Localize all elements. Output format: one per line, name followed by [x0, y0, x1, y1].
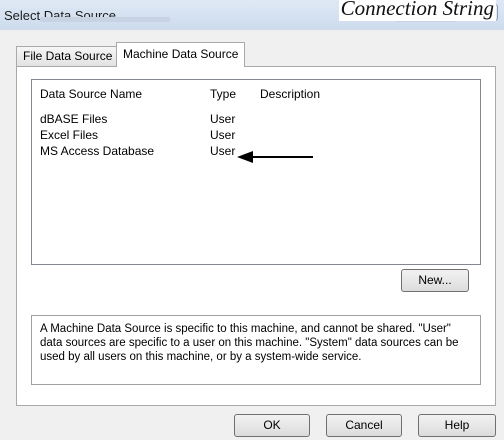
cancel-button[interactable]: Cancel	[326, 414, 402, 437]
list-header: Data Source Name Type Description	[32, 80, 480, 106]
select-data-source-dialog: Select Data Source ✕ Connection String F…	[0, 0, 504, 440]
row-name: Excel Files	[40, 128, 99, 142]
row-name: dBASE Files	[40, 112, 108, 126]
pointer-arrow-icon	[237, 151, 313, 163]
list-row[interactable]: Excel Files User	[32, 128, 480, 143]
column-header-name[interactable]: Data Source Name	[40, 87, 142, 101]
list-row[interactable]: dBASE Files User	[32, 112, 480, 127]
column-header-description[interactable]: Description	[260, 87, 320, 101]
new-button[interactable]: New...	[401, 269, 469, 292]
connection-string-caption: Connection String	[338, 0, 496, 21]
help-button[interactable]: Help	[418, 414, 496, 437]
blurred-title-text	[40, 17, 170, 22]
tab-file-data-source[interactable]: File Data Source	[16, 46, 120, 66]
row-type: User	[210, 144, 236, 158]
row-type: User	[210, 112, 236, 126]
column-header-type[interactable]: Type	[210, 87, 236, 101]
ok-button[interactable]: OK	[234, 414, 310, 437]
machine-data-source-panel: Data Source Name Type Description dBASE …	[16, 66, 496, 406]
row-name: MS Access Database	[40, 144, 155, 158]
description-text: A Machine Data Source is specific to thi…	[40, 323, 459, 363]
tab-machine-data-source[interactable]: Machine Data Source	[116, 42, 246, 67]
data-source-list[interactable]: Data Source Name Type Description dBASE …	[31, 79, 481, 265]
row-type: User	[210, 128, 236, 142]
description-box: A Machine Data Source is specific to thi…	[31, 315, 481, 385]
